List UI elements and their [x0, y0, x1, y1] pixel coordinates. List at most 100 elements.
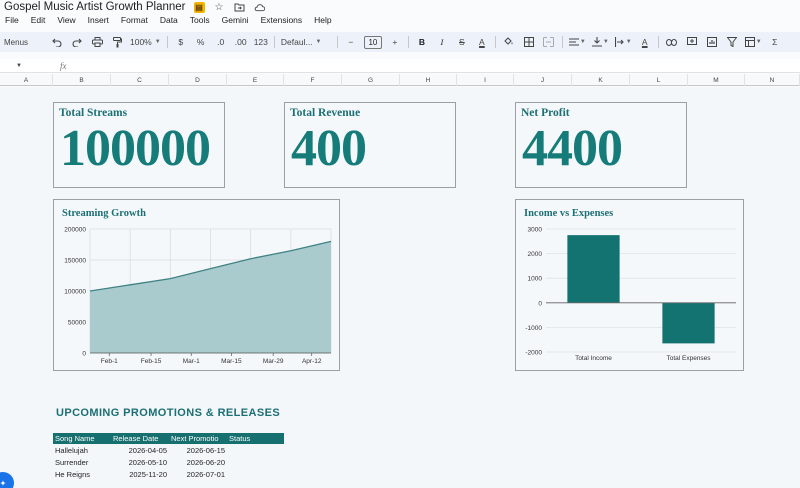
column-header-song-name[interactable]: Song Name [53, 434, 111, 443]
menu-tools[interactable]: Tools [190, 15, 210, 25]
increase-decimal-button[interactable]: .00 [234, 34, 248, 50]
toolbar-divider [336, 36, 338, 48]
column-header-release-date[interactable]: Release Date [111, 434, 169, 443]
font-size-input[interactable]: 10 [363, 35, 382, 49]
streaming-growth-chart[interactable]: Streaming Growth 0 50000 100000 150000 20000… [53, 199, 340, 371]
toolbar-divider [166, 36, 168, 48]
x-tick-label: Apr-12 [302, 358, 322, 365]
column-header-c[interactable]: C [111, 74, 169, 86]
text-rotation-button[interactable]: A [638, 34, 652, 50]
kpi-total-revenue[interactable]: Total Revenue 400 [284, 102, 456, 188]
kpi-value: 400 [291, 120, 367, 177]
cell-next-promotion[interactable]: 2026-07-01 [169, 470, 227, 479]
paint-format-icon[interactable] [110, 34, 124, 50]
cell-song-name[interactable]: Surrender [53, 458, 111, 467]
table-row[interactable]: Surrender 2026-05-10 2026-06-20 [53, 456, 284, 468]
column-header-m[interactable]: M [688, 74, 745, 86]
insert-comment-icon[interactable] [685, 34, 699, 50]
column-header-h[interactable]: H [400, 74, 457, 86]
percent-format-button[interactable]: % [194, 34, 208, 50]
column-header-status[interactable]: Status [227, 434, 284, 443]
insert-link-icon[interactable] [665, 34, 679, 50]
decrease-font-size-button[interactable]: − [344, 34, 358, 50]
chevron-down-icon: ▼ [625, 39, 632, 45]
table-row[interactable]: He Reigns 2025-11-20 2026-07-01 [53, 468, 284, 480]
title-icons: ▤ ☆ [193, 1, 265, 13]
cell-song-name[interactable]: He Reigns [53, 470, 111, 479]
menu-data[interactable]: Data [160, 15, 178, 25]
font-family-select[interactable]: Defaul... ▼ [281, 34, 331, 50]
borders-icon[interactable] [522, 34, 536, 50]
column-header-k[interactable]: K [572, 74, 630, 86]
document-title[interactable]: Gospel Music Artist Growth Planner [4, 1, 186, 13]
horizontal-align-icon[interactable]: ▼ [568, 34, 586, 50]
strikethrough-button[interactable]: S [455, 34, 469, 50]
menu-help[interactable]: Help [314, 15, 331, 25]
cell-release-date[interactable]: 2025-11-20 [111, 470, 169, 479]
decrease-decimal-button[interactable]: .0 [214, 34, 228, 50]
y-tick-label: 200000 [64, 227, 86, 234]
filter-views-icon[interactable]: ▼ [744, 34, 762, 50]
toolbar-divider [494, 36, 496, 48]
column-header-f[interactable]: F [284, 74, 342, 86]
menu-file[interactable]: File [5, 15, 19, 25]
zoom-select[interactable]: 100% ▼ [130, 34, 161, 50]
menu-bar: File Edit View Insert Format Data Tools … [0, 14, 338, 26]
redo-icon[interactable] [70, 34, 84, 50]
cell-release-date[interactable]: 2026-05-10 [111, 458, 169, 467]
menu-format[interactable]: Format [121, 15, 148, 25]
column-headers: A B C D E F G H I J K L M N [0, 74, 800, 86]
increase-font-size-button[interactable]: + [388, 34, 402, 50]
filter-icon[interactable] [725, 34, 739, 50]
menu-gemini[interactable]: Gemini [222, 15, 249, 25]
cloud-status-icon[interactable] [254, 2, 265, 13]
kpi-net-profit[interactable]: Net Profit 4400 [515, 102, 687, 188]
column-header-n[interactable]: N [745, 74, 800, 86]
bold-button[interactable]: B [415, 34, 429, 50]
number-format-button[interactable]: 123 [254, 34, 268, 50]
menu-edit[interactable]: Edit [31, 15, 46, 25]
print-icon[interactable] [90, 34, 104, 50]
cell-release-date[interactable]: 2026-04-05 [111, 446, 169, 455]
currency-format-button[interactable]: $ [174, 34, 188, 50]
menu-view[interactable]: View [57, 15, 75, 25]
star-icon[interactable]: ☆ [214, 2, 225, 13]
italic-button[interactable]: I [435, 34, 449, 50]
toolbar-divider [407, 36, 409, 48]
menus-search-button[interactable]: Menus [4, 34, 44, 50]
functions-button[interactable]: Σ [768, 34, 782, 50]
fill-color-icon[interactable] [502, 34, 516, 50]
income-vs-expenses-chart[interactable]: Income vs Expenses -2000 -1000 0 1000 2000 30… [515, 199, 744, 371]
kpi-total-streams[interactable]: Total Streams 100000 [53, 102, 225, 188]
undo-icon[interactable] [50, 34, 64, 50]
column-header-next-promotion[interactable]: Next Promotio [169, 434, 227, 443]
column-header-a[interactable]: A [0, 74, 53, 86]
y-tick-label: 50000 [68, 320, 86, 327]
column-header-b[interactable]: B [53, 74, 111, 86]
table-row[interactable]: Hallelujah 2026-04-05 2026-06-15 [53, 444, 284, 456]
column-header-e[interactable]: E [227, 74, 284, 86]
sheet-grid[interactable]: Total Streams 100000 Total Revenue 400 N… [0, 87, 800, 488]
column-header-j[interactable]: J [514, 74, 572, 86]
insert-chart-icon[interactable] [705, 34, 719, 50]
menu-extensions[interactable]: Extensions [261, 15, 303, 25]
vertical-align-icon[interactable]: ▼ [591, 34, 609, 50]
merge-cells-icon[interactable] [542, 34, 556, 50]
chevron-down-icon: ▼ [579, 39, 586, 45]
move-folder-icon[interactable] [234, 2, 245, 13]
column-header-g[interactable]: G [342, 74, 400, 86]
cell-song-name[interactable]: Hallelujah [53, 446, 111, 455]
slides-badge-icon[interactable]: ▤ [193, 1, 205, 13]
column-header-i[interactable]: I [457, 74, 514, 86]
income-vs-expenses-plot: -2000 -1000 0 1000 2000 3000 Total Income Total… [525, 227, 736, 362]
column-header-l[interactable]: L [630, 74, 688, 86]
bar [662, 302, 715, 344]
name-box-dropdown[interactable]: ▼ [0, 63, 50, 69]
x-tick-label: Total Expenses [666, 355, 711, 362]
column-header-d[interactable]: D [169, 74, 227, 86]
cell-next-promotion[interactable]: 2026-06-15 [169, 446, 227, 455]
text-wrap-icon[interactable]: ▼ [614, 34, 632, 50]
text-color-button[interactable]: A [475, 34, 489, 50]
cell-next-promotion[interactable]: 2026-06-20 [169, 458, 227, 467]
menu-insert[interactable]: Insert [88, 15, 109, 25]
